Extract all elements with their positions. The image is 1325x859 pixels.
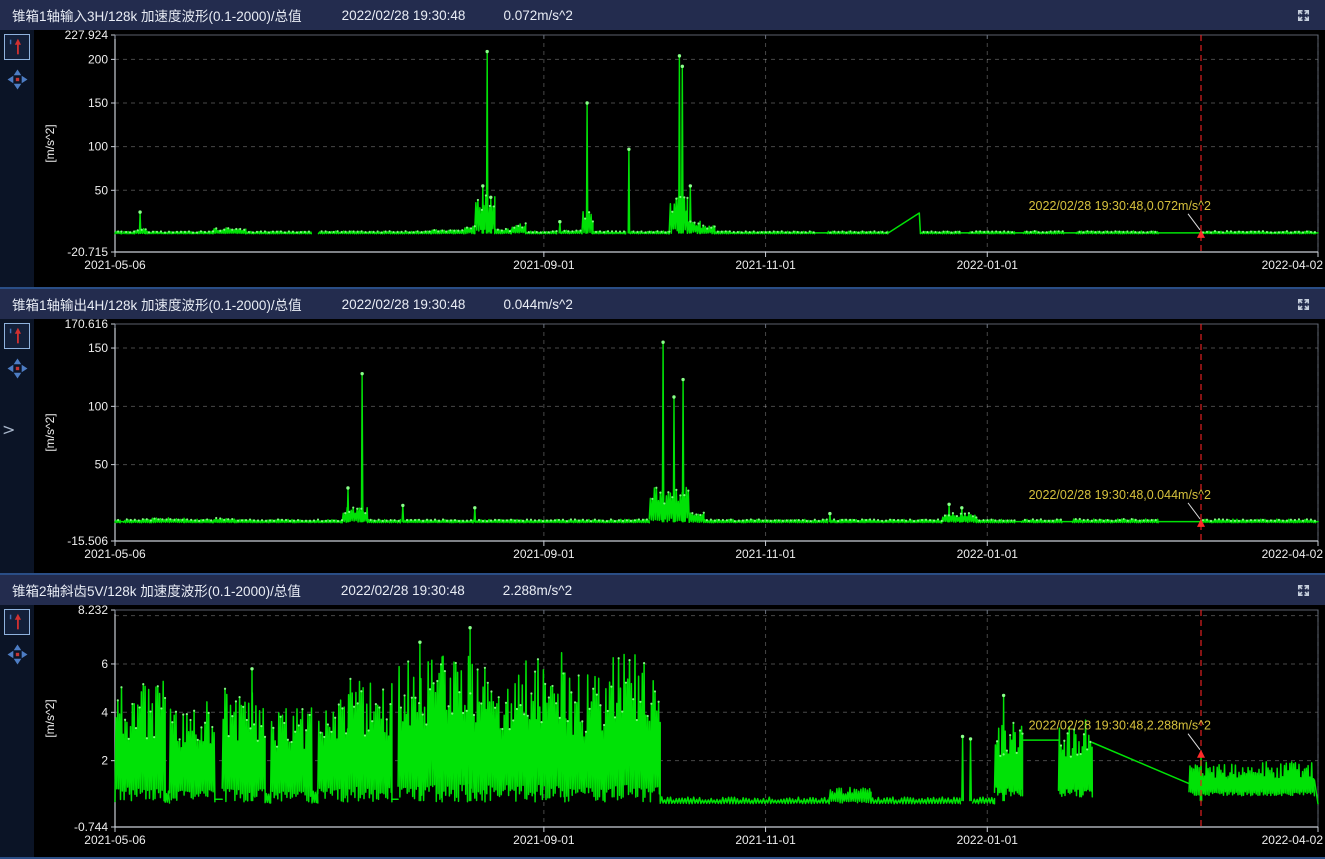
cursor-value: 2.288m/s^2	[503, 583, 572, 598]
svg-text:2021-09-01: 2021-09-01	[513, 258, 575, 272]
panel-title: 锥箱2轴斜齿5V/128k 加速度波形(0.1-2000)/总值	[12, 580, 301, 600]
cursor-annotation: 2022/02/28 19:30:48,2.288m/s^2	[1029, 719, 1211, 733]
move-arrows-icon	[7, 69, 28, 90]
panel-title: 锥箱1轴输出4H/128k 加速度波形(0.1-2000)/总值	[12, 294, 302, 314]
svg-text:2022-01-01: 2022-01-01	[957, 547, 1019, 561]
svg-text:2021-09-01: 2021-09-01	[513, 547, 575, 561]
waveform-chart[interactable]: 170.61615010050-15.506[m/s^2]2021-05-062…	[34, 319, 1325, 573]
annotation-leader-line	[1188, 214, 1200, 230]
plot-area: 227.924 200 150 100 50 -20.715 [m/s^2] 2021-05-…	[34, 30, 1325, 287]
svg-text:2022-04-02: 2022-04-02	[1262, 258, 1324, 272]
y-axis-labels: 227.924 200 150 100 50 -20.715	[65, 30, 109, 259]
pan-tool-button[interactable]	[7, 644, 28, 665]
panel-body: 170.61615010050-15.506[m/s^2]2021-05-062…	[0, 319, 1325, 573]
svg-text:2021-05-06: 2021-05-06	[84, 258, 146, 272]
panel-body: 227.924 200 150 100 50 -20.715 [m/s^2] 2021-05-…	[0, 30, 1325, 287]
cursor-marker-icon	[6, 36, 28, 58]
svg-text:2021-11-01: 2021-11-01	[735, 258, 796, 272]
chart-toolbar	[0, 319, 34, 573]
y-axis-unit: [m/s^2]	[43, 413, 57, 451]
svg-text:150: 150	[88, 96, 108, 110]
cursor-marker-icon	[6, 611, 28, 633]
cursor-point-marker	[1197, 750, 1205, 758]
expand-icon[interactable]	[1293, 294, 1313, 314]
y-axis-labels: 170.616 150 100 50 -15.506	[65, 319, 109, 548]
y-axis-unit: [m/s^2]	[43, 699, 57, 737]
panel-header: 锥箱2轴斜齿5V/128k 加速度波形(0.1-2000)/总值 2022/02…	[0, 575, 1325, 605]
plot-area: 170.61615010050-15.506[m/s^2]2021-05-062…	[34, 319, 1325, 573]
svg-text:-0.744: -0.744	[74, 820, 108, 834]
waveform-series	[115, 628, 1318, 804]
panel-body: 8.232 6 4 2 -0.744 [m/s^2] 2021-05-06 2021-09-0…	[0, 605, 1325, 857]
svg-text:227.924: 227.924	[65, 30, 109, 42]
svg-text:50: 50	[95, 183, 109, 197]
y-axis-labels: 8.232 6 4 2 -0.744	[74, 605, 108, 834]
svg-text:100: 100	[88, 140, 108, 154]
waveform-chart[interactable]: 227.924 200 150 100 50 -20.715 [m/s^2] 2021-05-…	[34, 30, 1325, 287]
svg-text:2021-05-06: 2021-05-06	[84, 547, 146, 561]
svg-text:4: 4	[101, 705, 108, 719]
svg-text:2022-04-02: 2022-04-02	[1262, 833, 1324, 847]
svg-text:170.616: 170.616	[65, 319, 109, 331]
cursor-marker-icon	[6, 325, 28, 347]
x-axis-labels: 2021-05-06 2021-09-01 2021-11-01 2022-01-01…	[84, 547, 1323, 561]
move-arrows-icon	[7, 358, 28, 379]
svg-text:2022-01-01: 2022-01-01	[957, 258, 1019, 272]
svg-text:2021-11-01: 2021-11-01	[735, 833, 796, 847]
pan-tool-button[interactable]	[7, 358, 28, 379]
grid	[115, 35, 1318, 252]
panel-title: 锥箱1轴输入3H/128k 加速度波形(0.1-2000)/总值	[12, 5, 302, 25]
svg-text:-15.506: -15.506	[67, 534, 108, 548]
svg-text:2: 2	[101, 754, 108, 768]
panel-header: 锥箱1轴输出4H/128k 加速度波形(0.1-2000)/总值 2022/02…	[0, 289, 1325, 319]
x-axis-labels: 2021-05-06 2021-09-01 2021-11-01 2022-01-01…	[84, 833, 1323, 847]
cursor-annotation: 2022/02/28 19:30:48,0.072m/s^2	[1029, 199, 1211, 213]
svg-text:-20.715: -20.715	[67, 245, 108, 259]
svg-text:2022-04-02: 2022-04-02	[1262, 547, 1324, 561]
svg-text:2021-09-01: 2021-09-01	[513, 833, 575, 847]
cursor-timestamp: 2022/02/28 19:30:48	[341, 583, 465, 598]
panel-header: 锥箱1轴输入3H/128k 加速度波形(0.1-2000)/总值 2022/02…	[0, 0, 1325, 30]
chart-toolbar	[0, 605, 34, 857]
chart-toolbar	[0, 30, 34, 287]
x-axis-labels: 2021-05-06 2021-09-01 2021-11-01 2022-01-01…	[84, 258, 1323, 272]
move-arrows-icon	[7, 644, 28, 665]
svg-text:50: 50	[95, 458, 109, 472]
cursor-annotation: 2022/02/28 19:30:48,0.044m/s^2	[1029, 488, 1211, 502]
plot-area: 8.232 6 4 2 -0.744 [m/s^2] 2021-05-06 2021-09-0…	[34, 605, 1325, 857]
cursor-value: 0.072m/s^2	[503, 8, 572, 23]
svg-text:8.232: 8.232	[78, 605, 108, 617]
waveform-panel-1: 锥箱1轴输入3H/128k 加速度波形(0.1-2000)/总值 2022/02…	[0, 0, 1325, 289]
svg-text:100: 100	[88, 399, 108, 413]
cursor-tool-button[interactable]	[4, 323, 30, 349]
cursor-value: 0.044m/s^2	[503, 297, 572, 312]
svg-text:2022-01-01: 2022-01-01	[957, 833, 1019, 847]
waveform-panel-2: 锥箱1轴输出4H/128k 加速度波形(0.1-2000)/总值 2022/02…	[0, 289, 1325, 575]
y-axis-unit: [m/s^2]	[43, 124, 57, 162]
annotation-leader-line	[1188, 503, 1200, 519]
expand-icon[interactable]	[1293, 5, 1313, 25]
svg-text:2021-05-06: 2021-05-06	[84, 833, 146, 847]
cursor-tool-button[interactable]	[4, 609, 30, 635]
grid	[115, 324, 1318, 541]
svg-text:200: 200	[88, 52, 108, 66]
waveform-panel-3: 锥箱2轴斜齿5V/128k 加速度波形(0.1-2000)/总值 2022/02…	[0, 575, 1325, 859]
cursor-timestamp: 2022/02/28 19:30:48	[342, 8, 466, 23]
waveform-chart[interactable]: 8.232 6 4 2 -0.744 [m/s^2] 2021-05-06 2021-09-0…	[34, 605, 1325, 857]
sidebar-collapse-arrow[interactable]: >	[2, 422, 15, 438]
svg-text:150: 150	[88, 341, 108, 355]
svg-text:6: 6	[101, 657, 108, 671]
svg-text:2021-11-01: 2021-11-01	[735, 547, 796, 561]
vibration-trend-viewer: { "ui": { "collapse_glyph": ">" }, "them…	[0, 0, 1325, 859]
expand-icon[interactable]	[1293, 580, 1313, 600]
annotation-leader-line	[1188, 734, 1200, 750]
cursor-timestamp: 2022/02/28 19:30:48	[342, 297, 466, 312]
cursor-tool-button[interactable]	[4, 34, 30, 60]
pan-tool-button[interactable]	[7, 69, 28, 90]
